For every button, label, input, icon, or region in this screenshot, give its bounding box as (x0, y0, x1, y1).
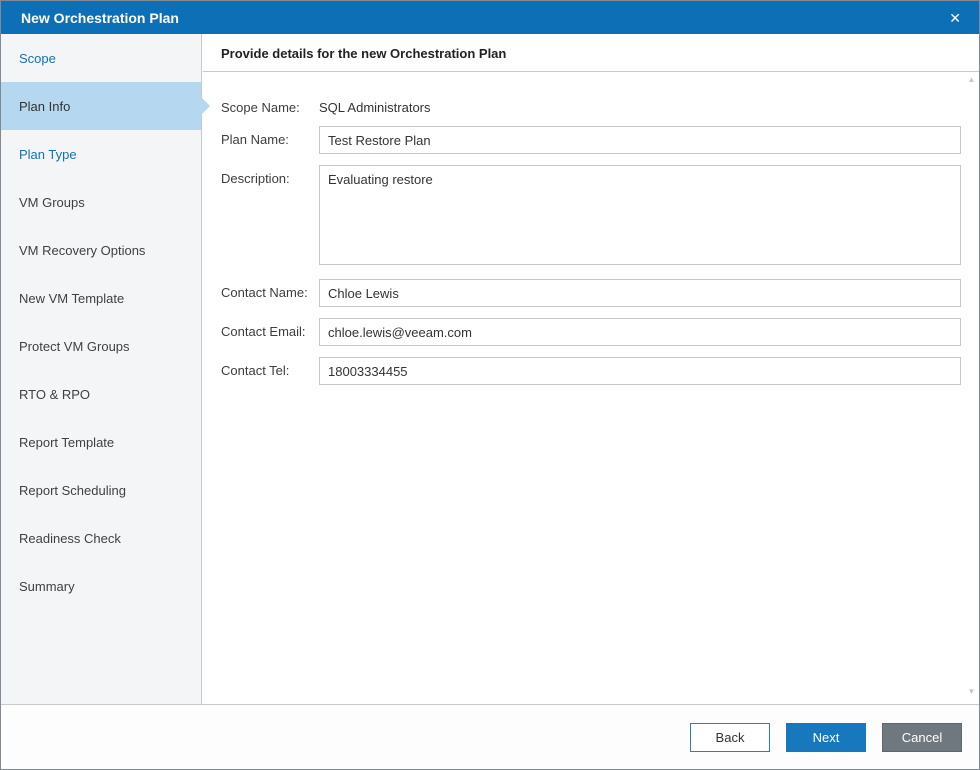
wizard-footer: Back Next Cancel (1, 704, 979, 769)
scrollbar-down-icon[interactable]: ▼ (968, 688, 976, 696)
content-scrollbar[interactable]: ▲ ▼ (965, 76, 978, 696)
window-title: New Orchestration Plan (21, 10, 947, 26)
wizard-steps-sidebar: Scope Plan Info Plan Type VM Groups VM R… (1, 34, 202, 704)
sidebar-item-rto-rpo[interactable]: RTO & RPO (1, 370, 201, 418)
description-label: Description: (221, 165, 319, 186)
step-label: New VM Template (19, 291, 124, 306)
next-button[interactable]: Next (786, 723, 866, 752)
contact-tel-input[interactable] (319, 357, 961, 385)
plan-name-label: Plan Name: (221, 126, 319, 147)
step-label: VM Recovery Options (19, 243, 145, 258)
step-label: Scope (19, 51, 56, 66)
step-label: Summary (19, 579, 75, 594)
plan-info-form: Scope Name: SQL Administrators Plan Name… (203, 72, 979, 385)
contact-name-input[interactable] (319, 279, 961, 307)
description-row: Description: Evaluating restore (221, 165, 961, 268)
description-textarea[interactable]: Evaluating restore (319, 165, 961, 265)
contact-email-label: Contact Email: (221, 318, 319, 339)
step-label: Readiness Check (19, 531, 121, 546)
sidebar-item-vm-recovery-options[interactable]: VM Recovery Options (1, 226, 201, 274)
contact-email-input[interactable] (319, 318, 961, 346)
sidebar-item-summary[interactable]: Summary (1, 562, 201, 610)
step-label: Protect VM Groups (19, 339, 130, 354)
titlebar: New Orchestration Plan ✕ (1, 1, 979, 34)
contact-name-label: Contact Name: (221, 279, 319, 300)
scrollbar-up-icon[interactable]: ▲ (968, 76, 976, 84)
sidebar-item-report-template[interactable]: Report Template (1, 418, 201, 466)
sidebar-item-plan-info[interactable]: Plan Info (1, 82, 201, 130)
scope-name-row: Scope Name: SQL Administrators (221, 94, 961, 115)
sidebar-item-plan-type[interactable]: Plan Type (1, 130, 201, 178)
cancel-button[interactable]: Cancel (882, 723, 962, 752)
page-title: Provide details for the new Orchestratio… (203, 34, 979, 72)
plan-name-row: Plan Name: (221, 126, 961, 154)
wizard-content-panel: Provide details for the new Orchestratio… (203, 34, 979, 704)
contact-email-row: Contact Email: (221, 318, 961, 346)
sidebar-item-report-scheduling[interactable]: Report Scheduling (1, 466, 201, 514)
sidebar-item-protect-vm-groups[interactable]: Protect VM Groups (1, 322, 201, 370)
plan-name-input[interactable] (319, 126, 961, 154)
step-label: Plan Info (19, 99, 70, 114)
step-label: Report Scheduling (19, 483, 126, 498)
step-label: Plan Type (19, 147, 77, 162)
step-label: RTO & RPO (19, 387, 90, 402)
sidebar-item-new-vm-template[interactable]: New VM Template (1, 274, 201, 322)
new-orchestration-plan-window: New Orchestration Plan ✕ Scope Plan Info… (0, 0, 980, 770)
scope-name-value: SQL Administrators (319, 94, 961, 115)
sidebar-item-vm-groups[interactable]: VM Groups (1, 178, 201, 226)
contact-name-row: Contact Name: (221, 279, 961, 307)
sidebar-item-readiness-check[interactable]: Readiness Check (1, 514, 201, 562)
close-icon[interactable]: ✕ (947, 7, 963, 29)
contact-tel-row: Contact Tel: (221, 357, 961, 385)
step-label: Report Template (19, 435, 114, 450)
scope-name-label: Scope Name: (221, 94, 319, 115)
contact-tel-label: Contact Tel: (221, 357, 319, 378)
step-label: VM Groups (19, 195, 85, 210)
sidebar-item-scope[interactable]: Scope (1, 34, 201, 82)
back-button[interactable]: Back (690, 723, 770, 752)
